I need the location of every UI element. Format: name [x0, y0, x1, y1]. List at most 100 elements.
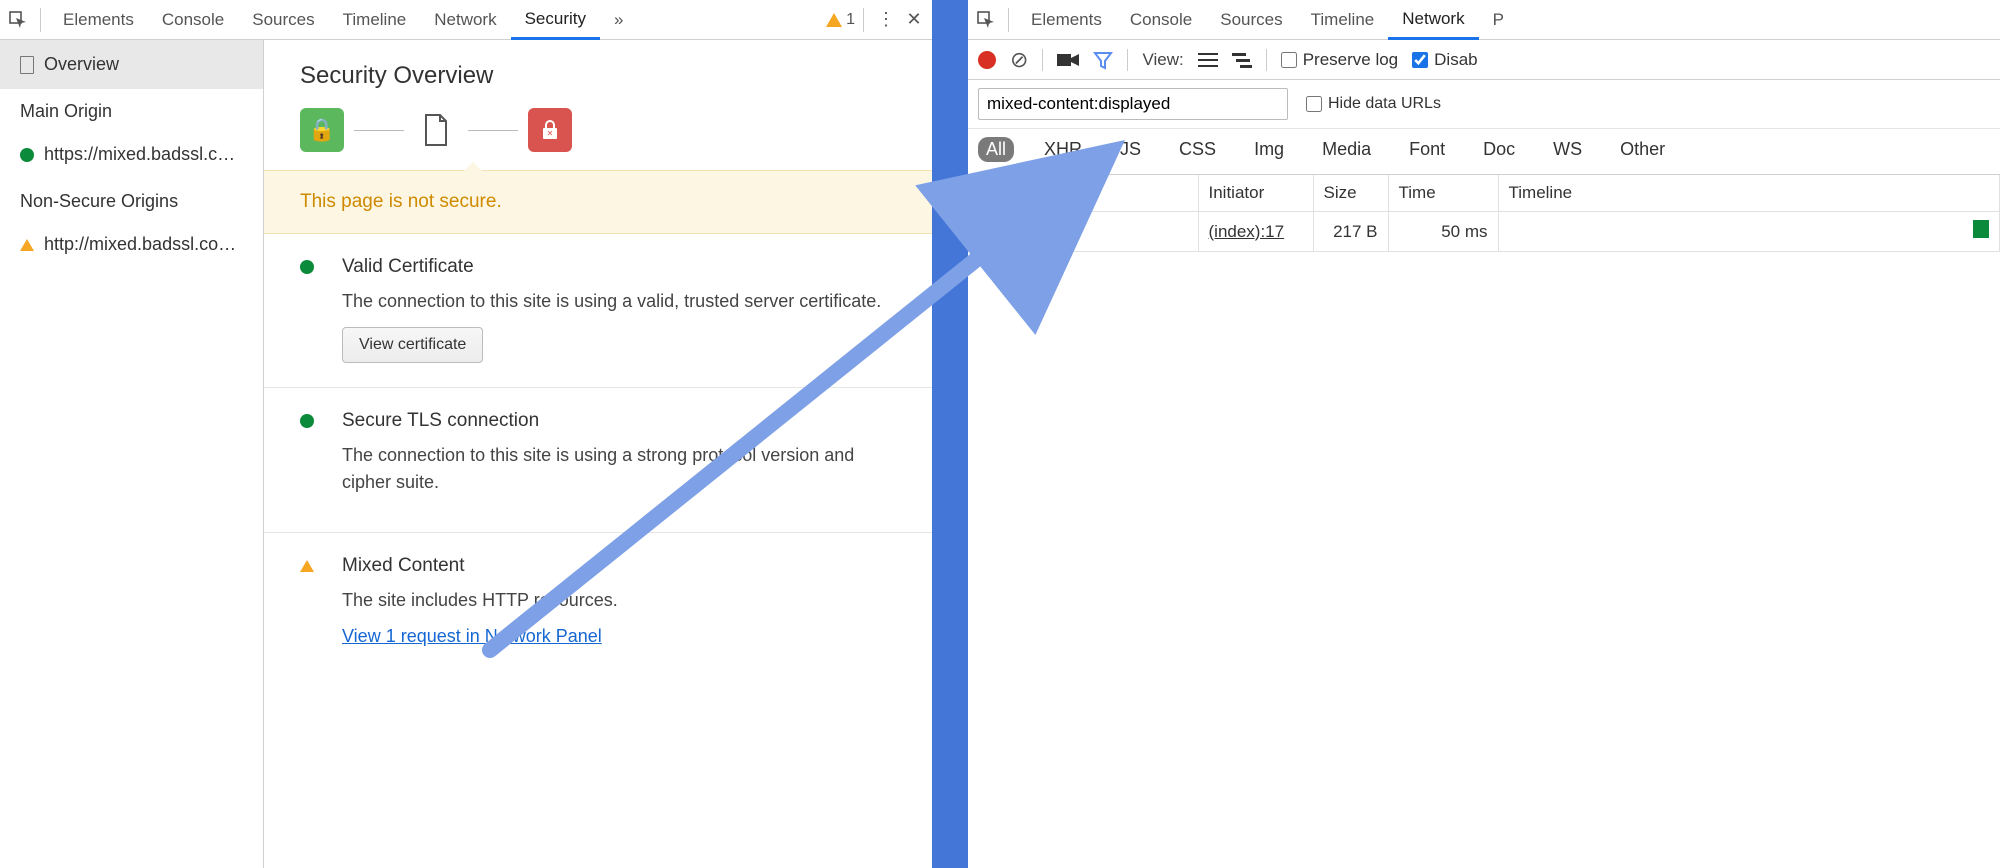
tab-more[interactable]: » — [600, 0, 637, 39]
col-size[interactable]: Size — [1313, 175, 1388, 212]
section-tls-connection: Secure TLS connection The connection to … — [264, 388, 932, 533]
tab-elements[interactable]: Elements — [1017, 0, 1116, 39]
hide-data-urls-checkbox[interactable]: Hide data URLs — [1306, 95, 1441, 113]
tab-sources[interactable]: Sources — [1206, 0, 1296, 39]
pill-other[interactable]: Other — [1612, 137, 1673, 162]
tab-elements[interactable]: Elements — [49, 0, 148, 39]
sidebar-group-main-origin: Main Origin — [0, 89, 263, 130]
preserve-log-label: Preserve log — [1303, 50, 1398, 70]
close-icon[interactable]: ✕ — [900, 6, 928, 34]
inspect-icon[interactable] — [972, 6, 1000, 34]
warning-number: 1 — [846, 11, 855, 29]
inspect-icon[interactable] — [4, 6, 32, 34]
col-timeline[interactable]: Timeline — [1498, 175, 2000, 212]
insecure-banner: This page is not secure. — [264, 170, 932, 234]
tab-sources[interactable]: Sources — [238, 0, 328, 39]
cell-time: 50 ms — [1388, 212, 1498, 252]
pill-xhr[interactable]: XHR — [1036, 137, 1090, 162]
tab-truncated[interactable]: P — [1479, 0, 1504, 39]
sidebar-item-main-origin[interactable]: https://mixed.badssl.c… — [0, 130, 263, 179]
main-origin-text: https://mixed.badssl.c… — [44, 144, 235, 165]
file-icon — [20, 56, 34, 74]
pill-media[interactable]: Media — [1314, 137, 1379, 162]
pill-all[interactable]: All — [978, 137, 1014, 162]
tab-network[interactable]: Network — [1388, 1, 1478, 40]
warning-icon — [20, 239, 34, 251]
col-time[interactable]: Time — [1388, 175, 1498, 212]
section-heading: Secure TLS connection — [342, 410, 896, 432]
view-label: View: — [1142, 50, 1183, 70]
section-valid-certificate: Valid Certificate The connection to this… — [264, 234, 932, 388]
pill-css[interactable]: CSS — [1171, 137, 1224, 162]
kebab-menu-icon[interactable]: ⋮ — [872, 6, 900, 34]
table-header-row: Name Initiator Size Time Timeline — [968, 175, 2000, 212]
status-dot-icon — [300, 414, 314, 428]
lock-insecure-icon: ✕ — [528, 108, 572, 152]
secure-dot-icon — [20, 148, 34, 162]
devtools-tabbar-left: Elements Console Sources Timeline Networ… — [0, 0, 932, 40]
overview-label: Overview — [44, 54, 119, 75]
section-heading: Mixed Content — [342, 555, 896, 577]
section-body: The connection to this site is using a s… — [342, 442, 896, 496]
record-button[interactable] — [978, 51, 996, 69]
security-overview-content: Security Overview 🔒 ✕ This page is not s… — [264, 40, 932, 868]
sidebar-item-overview[interactable]: Overview — [0, 40, 263, 89]
tab-console[interactable]: Console — [148, 0, 238, 39]
cell-initiator[interactable]: (index):17 — [1209, 222, 1285, 241]
tab-security[interactable]: Security — [511, 1, 600, 40]
pane-divider — [932, 0, 968, 868]
tab-timeline[interactable]: Timeline — [329, 0, 421, 39]
tab-timeline[interactable]: Timeline — [1297, 0, 1389, 39]
cell-name: image.jpg — [1002, 222, 1076, 241]
warning-icon — [826, 13, 842, 27]
nonsecure-origin-text: http://mixed.badssl.co… — [44, 234, 236, 255]
col-name[interactable]: Name — [968, 175, 1198, 212]
devtools-tabbar-right: Elements Console Sources Timeline Networ… — [968, 0, 2000, 40]
pill-font[interactable]: Font — [1401, 137, 1453, 162]
section-mixed-content: Mixed Content The site includes HTTP res… — [264, 533, 932, 671]
network-requests-table: Name Initiator Size Time Timeline image.… — [968, 175, 2000, 252]
lock-secure-icon: 🔒 — [300, 108, 344, 152]
timeline-bar-icon — [1973, 220, 1989, 238]
devtools-network-pane: Elements Console Sources Timeline Networ… — [968, 0, 2000, 868]
section-body: The site includes HTTP resources. — [342, 587, 896, 614]
filter-input[interactable] — [978, 88, 1288, 120]
devtools-security-pane: Elements Console Sources Timeline Networ… — [0, 0, 932, 868]
pill-js[interactable]: JS — [1112, 137, 1149, 162]
error-warning-count[interactable]: 1 — [826, 11, 855, 29]
resource-type-filters: All XHR JS CSS Img Media Font Doc WS Oth… — [968, 129, 2000, 175]
sidebar-item-nonsecure-origin[interactable]: http://mixed.badssl.co… — [0, 220, 263, 269]
warning-icon — [300, 560, 314, 572]
view-waterfall-icon[interactable] — [1232, 52, 1252, 68]
view-list-icon[interactable] — [1198, 52, 1218, 68]
pill-doc[interactable]: Doc — [1475, 137, 1523, 162]
cell-size: 217 B — [1313, 212, 1388, 252]
page-icon — [414, 108, 458, 152]
tab-network[interactable]: Network — [420, 0, 510, 39]
hide-data-urls-label: Hide data URLs — [1328, 95, 1441, 113]
section-body: The connection to this site is using a v… — [342, 288, 896, 315]
view-certificate-button[interactable]: View certificate — [342, 327, 483, 363]
filter-icon[interactable] — [1093, 50, 1113, 70]
file-thumbnail-icon — [978, 223, 996, 241]
clear-icon[interactable]: ⊘ — [1010, 47, 1028, 73]
table-row[interactable]: image.jpg (index):17 217 B 50 ms — [968, 212, 2000, 252]
tab-console[interactable]: Console — [1116, 0, 1206, 39]
camera-icon[interactable] — [1057, 52, 1079, 68]
section-heading: Valid Certificate — [342, 256, 896, 278]
status-dot-icon — [300, 260, 314, 274]
security-sidebar: Overview Main Origin https://mixed.badss… — [0, 40, 264, 868]
disable-cache-label: Disab — [1434, 50, 1477, 70]
pill-img[interactable]: Img — [1246, 137, 1292, 162]
disable-cache-checkbox[interactable]: Disab — [1412, 50, 1477, 70]
col-initiator[interactable]: Initiator — [1198, 175, 1313, 212]
page-title: Security Overview — [300, 62, 896, 90]
pill-ws[interactable]: WS — [1545, 137, 1590, 162]
network-filter-bar: Hide data URLs — [968, 80, 2000, 129]
network-toolbar: ⊘ View: Preserve log Disab — [968, 40, 2000, 80]
security-status-chain: 🔒 ✕ — [300, 108, 896, 152]
view-requests-link[interactable]: View 1 request in Network Panel — [342, 626, 602, 646]
svg-text:✕: ✕ — [547, 129, 554, 138]
preserve-log-checkbox[interactable]: Preserve log — [1281, 50, 1398, 70]
sidebar-group-nonsecure: Non-Secure Origins — [0, 179, 263, 220]
